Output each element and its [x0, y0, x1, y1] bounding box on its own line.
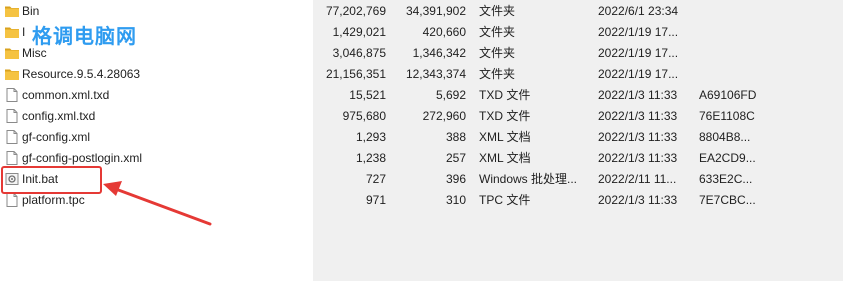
annotation-arrow: [103, 181, 212, 226]
